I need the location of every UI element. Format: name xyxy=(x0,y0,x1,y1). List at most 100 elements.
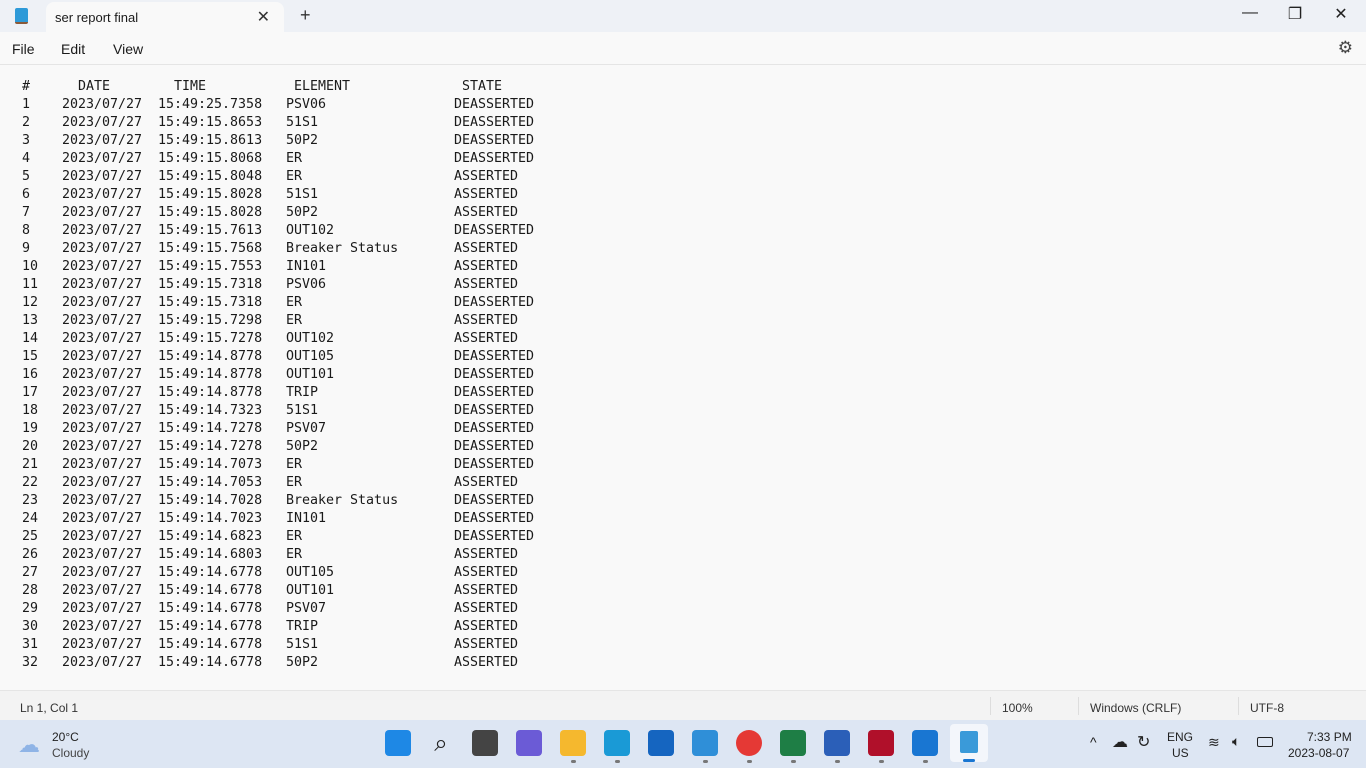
weather-temp[interactable]: 20°C xyxy=(52,730,79,744)
row-state: ASSERTED xyxy=(454,583,519,598)
row-time: 15:49:15.8653 xyxy=(158,115,263,130)
row-state: ASSERTED xyxy=(454,241,519,256)
close-button[interactable]: ✕ xyxy=(1326,4,1356,24)
menu-view[interactable]: View xyxy=(113,41,143,57)
row-time: 15:49:15.7613 xyxy=(158,223,263,238)
status-bar: Ln 1, Col 1 100% Windows (CRLF) UTF-8 xyxy=(0,690,1366,720)
weather-condition[interactable]: Cloudy xyxy=(52,746,89,760)
row-number: 11 xyxy=(22,277,39,292)
row-state: DEASSERTED xyxy=(454,529,535,544)
language-code[interactable]: ENG xyxy=(1167,730,1193,744)
row-number: 15 xyxy=(22,349,39,364)
row-element: ER xyxy=(286,475,303,490)
row-date: 2023/07/27 xyxy=(62,349,143,364)
header-time: TIME xyxy=(174,79,207,94)
menu-edit[interactable]: Edit xyxy=(61,41,85,57)
maximize-button[interactable]: ❐ xyxy=(1280,4,1310,24)
zoom-level: 100% xyxy=(1002,701,1033,715)
table-row: 14 2023/07/27 15:49:15.7278 OUT102 ASSERTED xyxy=(0,331,700,349)
battery-icon[interactable] xyxy=(1257,737,1273,747)
row-number: 12 xyxy=(22,295,39,310)
row-date: 2023/07/27 xyxy=(62,637,143,652)
row-time: 15:49:15.7318 xyxy=(158,277,263,292)
taskbar-chrome-icon[interactable] xyxy=(736,730,762,756)
row-number: 19 xyxy=(22,421,39,436)
taskbar-teams-icon[interactable] xyxy=(516,730,542,756)
taskbar-edge-icon[interactable] xyxy=(604,730,630,756)
row-date: 2023/07/27 xyxy=(62,511,143,526)
minimize-button[interactable]: — xyxy=(1235,4,1265,22)
table-row: 4 2023/07/27 15:49:15.8068 ER DEASSERTED xyxy=(0,151,700,169)
running-indicator xyxy=(615,760,620,763)
tab-ser-report-final[interactable]: ser report final ✕ xyxy=(46,2,284,32)
taskbar-mail-icon[interactable] xyxy=(912,730,938,756)
row-time: 15:49:14.6823 xyxy=(158,529,263,544)
row-element: IN101 xyxy=(286,511,327,526)
taskbar-start-icon[interactable] xyxy=(385,730,411,756)
taskbar-word-icon[interactable] xyxy=(824,730,850,756)
wifi-icon[interactable]: ≋ xyxy=(1208,734,1220,751)
row-time: 15:49:25.7358 xyxy=(158,97,263,112)
taskbar-notepad-icon[interactable] xyxy=(950,724,988,762)
row-time: 15:49:14.7073 xyxy=(158,457,263,472)
table-row: 17 2023/07/27 15:49:14.8778 TRIP DEASSERTED xyxy=(0,385,700,403)
menu-file[interactable]: File xyxy=(12,41,35,57)
running-indicator xyxy=(791,760,796,763)
row-date: 2023/07/27 xyxy=(62,547,143,562)
row-number: 21 xyxy=(22,457,39,472)
row-number: 7 xyxy=(22,205,31,220)
settings-gear-icon[interactable]: ⚙ xyxy=(1338,38,1353,58)
row-element: PSV07 xyxy=(286,421,327,436)
row-number: 5 xyxy=(22,169,31,184)
table-row: 2 2023/07/27 15:49:15.8653 51S1 DEASSERTED xyxy=(0,115,700,133)
row-number: 10 xyxy=(22,259,39,274)
table-row: 6 2023/07/27 15:49:15.8028 51S1 ASSERTED xyxy=(0,187,700,205)
row-date: 2023/07/27 xyxy=(62,331,143,346)
row-element: 50P2 xyxy=(286,205,319,220)
row-date: 2023/07/27 xyxy=(62,223,143,238)
taskbar-store-icon[interactable] xyxy=(648,730,674,756)
sync-icon[interactable]: ↻ xyxy=(1137,732,1150,752)
row-state: DEASSERTED xyxy=(454,367,535,382)
running-indicator xyxy=(747,760,752,763)
taskbar-excel-icon[interactable] xyxy=(780,730,806,756)
row-date: 2023/07/27 xyxy=(62,295,143,310)
taskbar: ☁ 20°C Cloudy ^ ☁ ↻ ENG US ≋ 🔈︎ 7:33 PM … xyxy=(0,720,1366,768)
new-tab-button[interactable]: + xyxy=(300,5,311,26)
row-date: 2023/07/27 xyxy=(62,529,143,544)
row-element: IN101 xyxy=(286,259,327,274)
taskbar-photos-icon[interactable] xyxy=(692,730,718,756)
row-element: 51S1 xyxy=(286,187,319,202)
table-row: 28 2023/07/27 15:49:14.6778 OUT101 ASSERTED xyxy=(0,583,700,601)
row-time: 15:49:14.7323 xyxy=(158,403,263,418)
row-state: ASSERTED xyxy=(454,475,519,490)
table-row: 1 2023/07/27 15:49:25.7358 PSV06 DEASSERTED xyxy=(0,97,700,115)
running-indicator xyxy=(835,760,840,763)
taskbar-file-explorer-icon[interactable] xyxy=(560,730,586,756)
onedrive-icon[interactable]: ☁ xyxy=(1112,732,1128,752)
chevron-up-icon[interactable]: ^ xyxy=(1090,734,1097,750)
row-state: ASSERTED xyxy=(454,259,519,274)
taskbar-task-view-icon[interactable] xyxy=(472,730,498,756)
row-element: OUT102 xyxy=(286,331,335,346)
text-editor[interactable]: # DATE TIME ELEMENT STATE 1 2023/07/27 15:… xyxy=(0,66,1366,690)
running-indicator xyxy=(703,760,708,763)
clock-date[interactable]: 2023-08-07 xyxy=(1288,746,1349,760)
taskbar-search-icon[interactable]: ⌕ xyxy=(428,730,454,757)
notepad-icon xyxy=(15,8,28,24)
row-element: ER xyxy=(286,295,303,310)
row-number: 4 xyxy=(22,151,31,166)
table-row: 24 2023/07/27 15:49:14.7023 IN101 DEASSERTED xyxy=(0,511,700,529)
row-date: 2023/07/27 xyxy=(62,205,143,220)
table-row: 3 2023/07/27 15:49:15.8613 50P2 DEASSERTED xyxy=(0,133,700,151)
clock-time[interactable]: 7:33 PM xyxy=(1307,730,1352,744)
table-row: 5 2023/07/27 15:49:15.8048 ER ASSERTED xyxy=(0,169,700,187)
row-time: 15:49:14.6778 xyxy=(158,655,263,670)
taskbar-acrobat-icon[interactable] xyxy=(868,730,894,756)
row-element: PSV06 xyxy=(286,97,327,112)
region-code[interactable]: US xyxy=(1172,746,1189,760)
encoding: UTF-8 xyxy=(1250,701,1284,715)
volume-icon[interactable]: 🔈︎ xyxy=(1232,733,1240,750)
row-state: ASSERTED xyxy=(454,187,519,202)
close-tab-icon[interactable]: ✕ xyxy=(257,7,270,27)
